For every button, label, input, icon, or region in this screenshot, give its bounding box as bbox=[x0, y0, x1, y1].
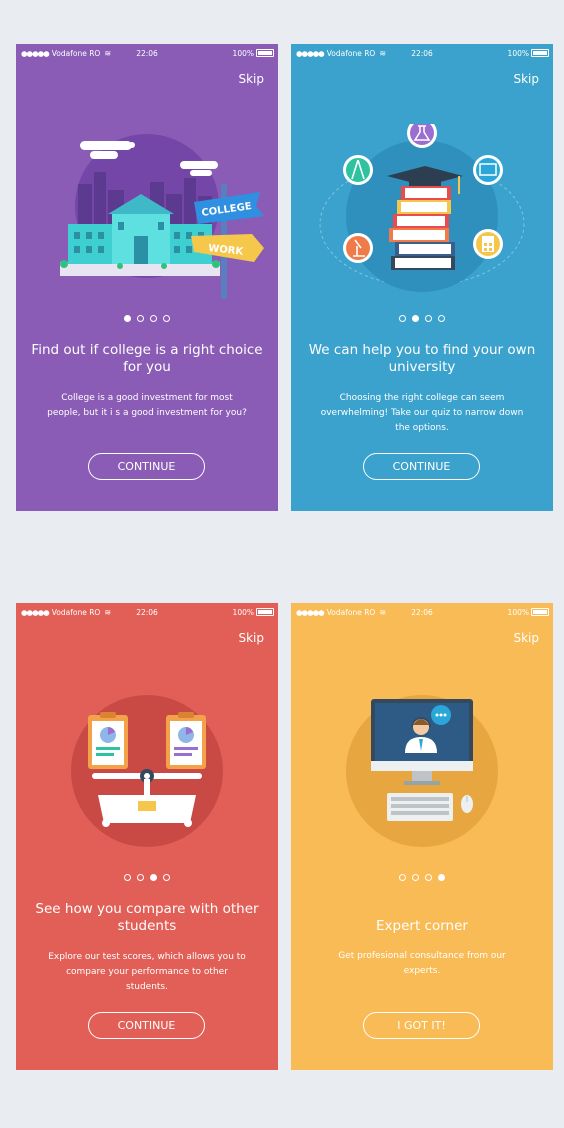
page-dot-4[interactable] bbox=[438, 874, 445, 881]
page-dot-3[interactable] bbox=[150, 315, 157, 322]
computer-consultant-illustration bbox=[346, 695, 498, 847]
screen-title: Expert corner bbox=[376, 918, 468, 934]
screen-description: Get profesional consultance from our exp… bbox=[338, 951, 506, 976]
battery-icon bbox=[256, 49, 274, 57]
onboarding-screen-2: ●●●●● Vodafone RO ≋ 22:06 100% Skip We can bbox=[291, 44, 553, 511]
skip-button[interactable]: Skip bbox=[238, 72, 264, 86]
screen-title: We can help you to find your own univers… bbox=[308, 342, 536, 375]
battery-icon bbox=[531, 49, 549, 57]
continue-button[interactable]: CONTINUE bbox=[88, 453, 205, 480]
page-dot-3[interactable] bbox=[425, 874, 432, 881]
skip-button[interactable]: Skip bbox=[513, 72, 539, 86]
screen-title: See how you compare with other students bbox=[35, 901, 259, 934]
continue-button[interactable]: CONTINUE bbox=[363, 453, 480, 480]
page-dot-3[interactable] bbox=[425, 315, 432, 322]
page-dot-1[interactable] bbox=[399, 315, 406, 322]
page-indicator bbox=[291, 874, 553, 881]
page-dot-2[interactable] bbox=[412, 315, 419, 322]
balance-scale-illustration bbox=[71, 695, 223, 847]
battery-percent: 100% bbox=[232, 608, 254, 617]
page-dot-2[interactable] bbox=[412, 874, 419, 881]
screen-title: Find out if college is a right choice fo… bbox=[31, 342, 263, 375]
continue-button[interactable]: CONTINUE bbox=[88, 1012, 205, 1039]
skip-button[interactable]: Skip bbox=[238, 631, 264, 645]
page-dot-4[interactable] bbox=[163, 315, 170, 322]
battery-icon bbox=[531, 608, 549, 616]
page-indicator bbox=[291, 315, 553, 322]
screen-description: Choosing the right college can seem over… bbox=[320, 393, 524, 433]
screen-description: Explore our test scores, which allows yo… bbox=[48, 952, 246, 992]
status-bar: ●●●●● Vodafone RO ≋ 22:06 100% bbox=[16, 606, 278, 620]
battery-percent: 100% bbox=[507, 608, 529, 617]
status-bar: ●●●●● Vodafone RO ≋ 22:06 100% bbox=[291, 47, 553, 61]
skip-button[interactable]: Skip bbox=[513, 631, 539, 645]
status-bar: ●●●●● Vodafone RO ≋ 22:06 100% bbox=[291, 606, 553, 620]
page-dot-1[interactable] bbox=[399, 874, 406, 881]
page-dot-2[interactable] bbox=[137, 315, 144, 322]
page-indicator bbox=[16, 874, 278, 881]
got-it-button[interactable]: I GOT IT! bbox=[363, 1012, 480, 1039]
page-dot-1[interactable] bbox=[124, 315, 131, 322]
page-dot-4[interactable] bbox=[438, 315, 445, 322]
onboarding-screen-4: ●●●●● Vodafone RO ≋ 22:06 100% Skip Expe… bbox=[291, 603, 553, 1070]
page-dot-1[interactable] bbox=[124, 874, 131, 881]
battery-percent: 100% bbox=[507, 49, 529, 58]
onboarding-screen-1: ●●●●● Vodafone RO ≋ 22:06 100% Skip COLL… bbox=[16, 44, 278, 511]
page-dot-3[interactable] bbox=[150, 874, 157, 881]
battery-percent: 100% bbox=[232, 49, 254, 58]
screen-description: College is a good investment for most pe… bbox=[47, 393, 247, 418]
page-dot-4[interactable] bbox=[163, 874, 170, 881]
college-campus-illustration: COLLEGE WORK bbox=[60, 134, 264, 299]
status-bar: ●●●●● Vodafone RO ≋ 22:06 100% bbox=[16, 47, 278, 61]
battery-icon bbox=[256, 608, 274, 616]
page-dot-2[interactable] bbox=[137, 874, 144, 881]
books-graduation-illustration bbox=[319, 124, 525, 292]
page-indicator bbox=[16, 315, 278, 322]
onboarding-screen-3: ●●●●● Vodafone RO ≋ 22:06 100% Skip See ho… bbox=[16, 603, 278, 1070]
